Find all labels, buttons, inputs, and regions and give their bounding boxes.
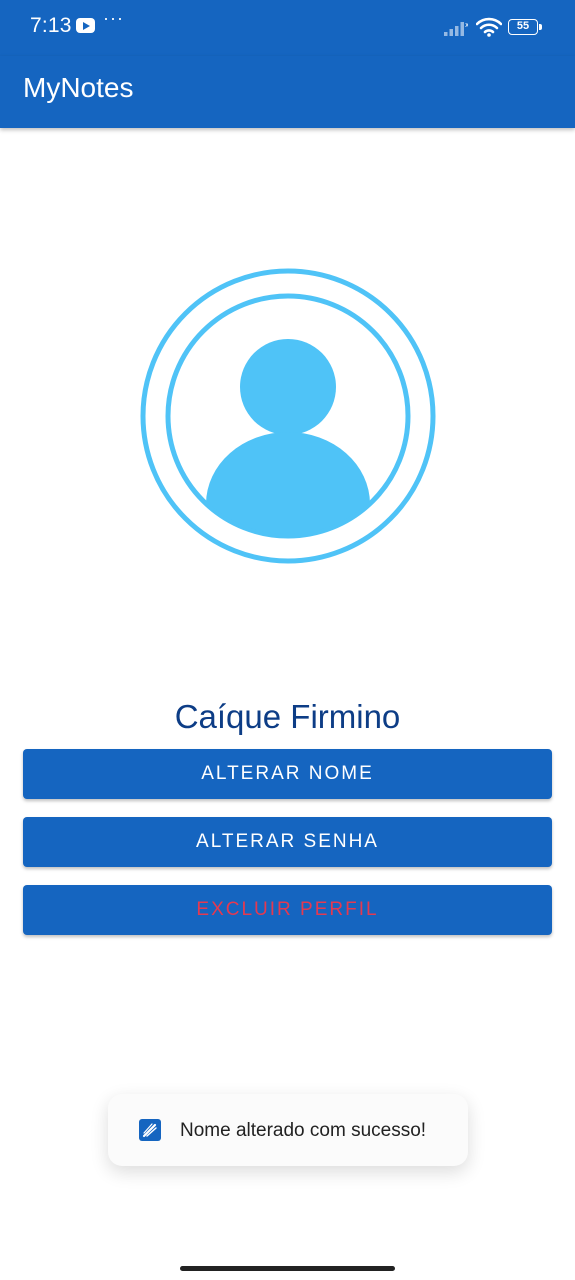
wifi-icon <box>476 17 502 37</box>
app-bar: MyNotes <box>0 56 575 128</box>
status-bar: 7:13 ··· x 55 <box>0 0 575 56</box>
navigation-handle[interactable] <box>180 1266 395 1271</box>
battery-icon: 55 <box>508 19 542 35</box>
profile-name: Caíque Firmino <box>174 698 401 735</box>
battery-level: 55 <box>516 20 530 32</box>
youtube-notification-icon <box>76 18 95 33</box>
signal-icon: x <box>444 21 468 36</box>
user-avatar-icon <box>140 268 436 564</box>
profile-screen: 7:13 ··· x 55 MyNotes Caíque Firmino ALT… <box>0 0 575 1280</box>
svg-text:x: x <box>465 21 468 29</box>
app-title: MyNotes <box>23 72 134 103</box>
status-time: 7:13 <box>30 14 72 37</box>
delete-profile-button[interactable]: EXCLUIR PERFIL <box>23 885 552 935</box>
toast-message: Nome alterado com sucesso! <box>180 1120 427 1141</box>
rename-button[interactable]: ALTERAR NOME <box>23 749 552 799</box>
toast-notification: Nome alterado com sucesso! <box>108 1094 468 1166</box>
change-password-button[interactable]: ALTERAR SENHA <box>23 817 552 867</box>
app-icon <box>139 1119 161 1141</box>
more-notifications-icon: ··· <box>103 8 124 28</box>
